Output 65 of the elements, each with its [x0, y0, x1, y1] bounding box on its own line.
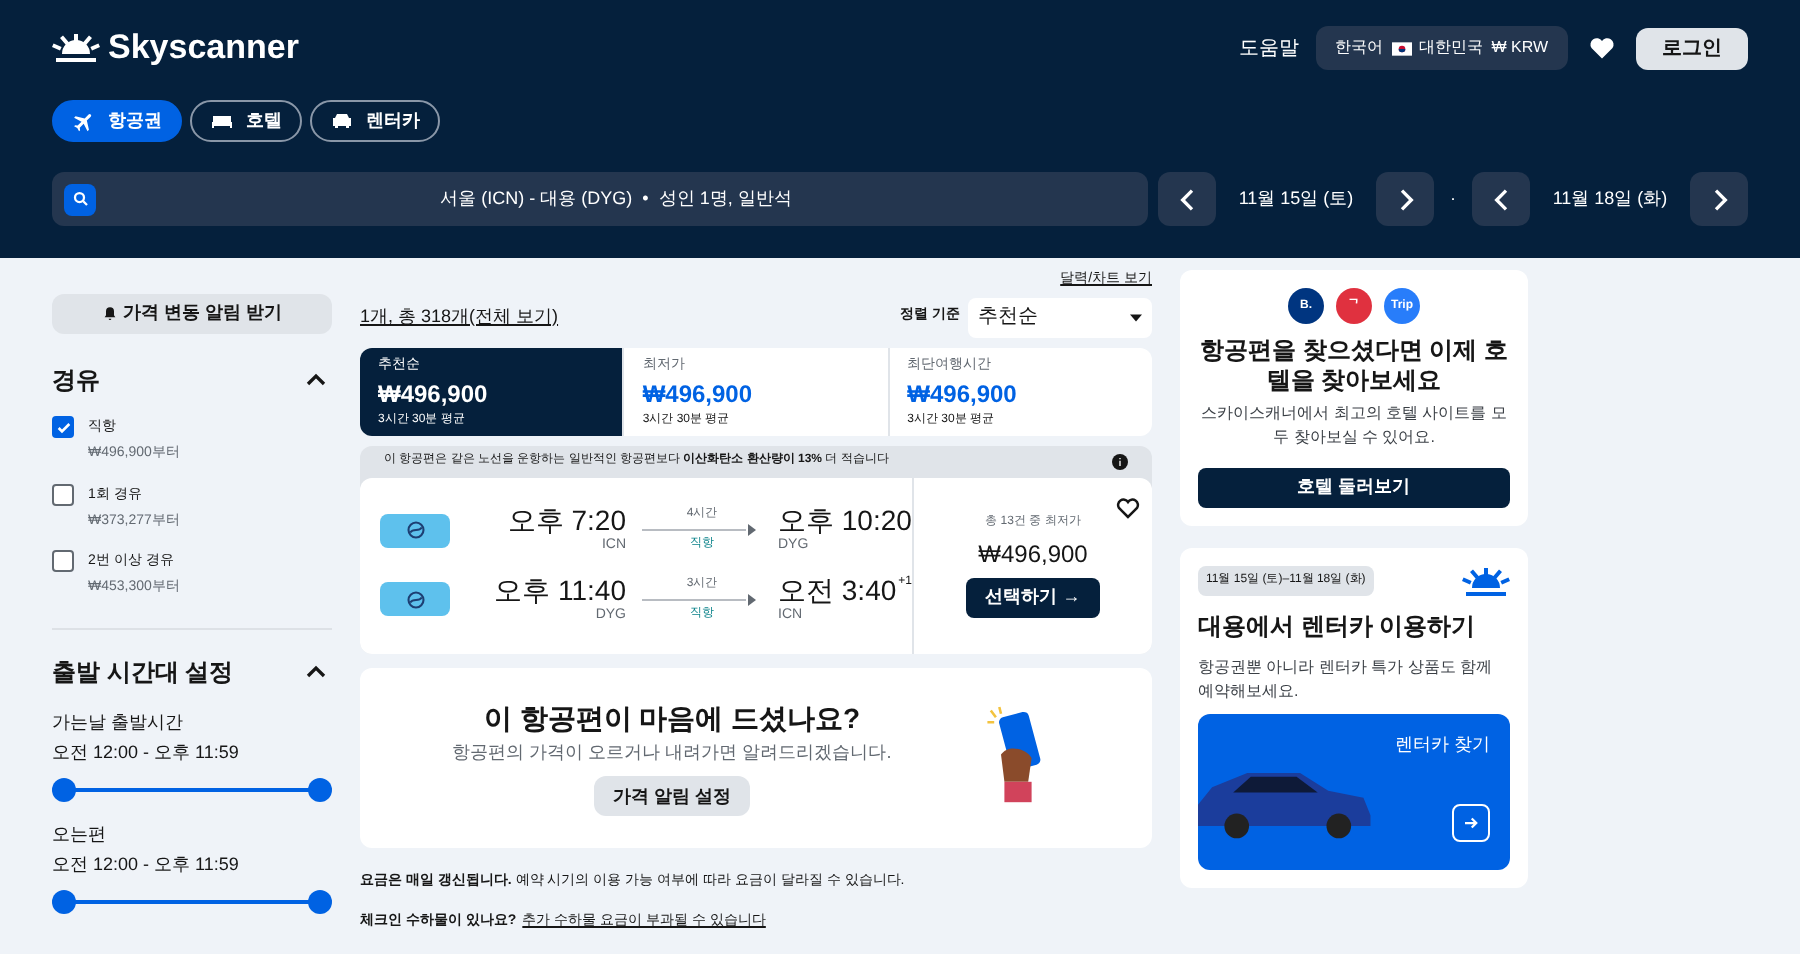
heart-outline-icon[interactable]: [1116, 495, 1140, 519]
arrow-button[interactable]: [1452, 803, 1490, 841]
previous-date-button[interactable]: [1158, 172, 1216, 226]
logo[interactable]: Skyscanner: [52, 22, 299, 74]
bell-icon: [101, 306, 118, 322]
flight-price: ₩496,900: [978, 537, 1088, 571]
alert-title: 이 항공편이 마음에 드셨나요?: [483, 699, 861, 738]
hotel-card-title: 항공편을 찾으셨다면 이제 호텔을 찾아보세요: [1198, 336, 1510, 396]
swirl-logo-icon: [405, 520, 425, 541]
checkbox[interactable]: [52, 550, 74, 572]
checkmark-icon: [55, 419, 71, 435]
car-icon: [330, 109, 354, 133]
arrival-time: 오전 3:40: [778, 573, 897, 605]
nav-tab[interactable]: 호텔: [190, 100, 302, 142]
arrow-right-icon: [1462, 813, 1480, 831]
car-card-title: 대용에서 렌터카 이용하기: [1198, 610, 1478, 644]
previous-date-button[interactable]: [1472, 172, 1530, 226]
info-icon: [1112, 453, 1128, 469]
browse-hotels-button[interactable]: 호텔 둘러보기: [1198, 468, 1510, 508]
car-promo-banner[interactable]: 렌터카 찾기: [1198, 714, 1510, 870]
arrival-time: 오후 10:20: [778, 504, 912, 536]
sunrise-logo-icon: [1462, 567, 1510, 595]
sort-dropdown[interactable]: 추천순: [968, 297, 1152, 337]
time-range: 오전 12:00 - 오후 11:59: [52, 740, 241, 766]
time-range: 오전 12:00 - 오후 11:59: [52, 852, 241, 878]
caret-icon: [1130, 313, 1142, 321]
date-separator: ·: [1448, 185, 1458, 212]
logo-text: Skyscanner: [108, 26, 299, 71]
departure-time: 오후 7:20: [507, 504, 626, 536]
slider-label: 오는편: [52, 821, 108, 847]
section-title: 경유: [52, 364, 100, 398]
price-alert-button[interactable]: 가격 변동 알림 받기: [52, 294, 332, 334]
login-button[interactable]: 로그인: [1636, 27, 1748, 69]
search-field[interactable]: 서울 (ICN) - 대용 (DYG) • 성인 1명, 일반석: [52, 172, 1148, 226]
nav-tab[interactable]: 항공권: [52, 100, 182, 142]
select-button[interactable]: 선택하기 →: [965, 577, 1101, 617]
slider-label: 가는날 출발시간: [52, 709, 186, 735]
section-title: 출발 시간대 설정: [52, 655, 234, 689]
return-date[interactable]: 11월 18일 (화): [1540, 185, 1680, 213]
departure-time: 오후 11:40: [494, 573, 626, 605]
locale-button[interactable]: 한국어 대한민국 ₩ KRW: [1315, 26, 1568, 70]
search-icon: [71, 190, 89, 208]
next-date-button[interactable]: [1690, 172, 1748, 226]
slider-handle[interactable]: [52, 777, 76, 801]
checkbox[interactable]: [52, 416, 74, 438]
depart-date[interactable]: 11월 15일 (토): [1226, 185, 1366, 213]
alert-text: 항공편의 가격이 오르거나 내려가면 알려드리겠습니다.: [452, 739, 892, 766]
next-date-button[interactable]: [1376, 172, 1434, 226]
results-count-link[interactable]: 1개, 총 318개(전체 보기): [360, 303, 559, 331]
search-button[interactable]: [64, 183, 96, 215]
slider-handle[interactable]: [308, 777, 332, 801]
checkbox[interactable]: [52, 483, 74, 505]
heart-icon[interactable]: [1588, 34, 1616, 62]
nav-tab[interactable]: 렌터카: [310, 100, 440, 142]
hotel-card-text: 스카이스캐너에서 최고의 호텔 사이트를 모두 찾아보실 수 있어요.: [1199, 402, 1509, 450]
sunrise-logo-icon: [52, 34, 100, 62]
flag-icon: [1391, 41, 1412, 55]
find-car-label: 렌터카 찾기: [1394, 732, 1490, 758]
car-card-text: 항공권뿐 아니라 렌터카 특가 상품도 함께 예약해보세요.: [1198, 656, 1495, 704]
swirl-logo-icon: [405, 589, 425, 610]
set-price-alert-button[interactable]: 가격 알림 설정: [594, 776, 749, 817]
slider-handle[interactable]: [308, 889, 332, 913]
plane-icon: [72, 109, 96, 133]
slider-handle[interactable]: [52, 889, 76, 913]
help-link[interactable]: 도움말: [1239, 33, 1300, 63]
